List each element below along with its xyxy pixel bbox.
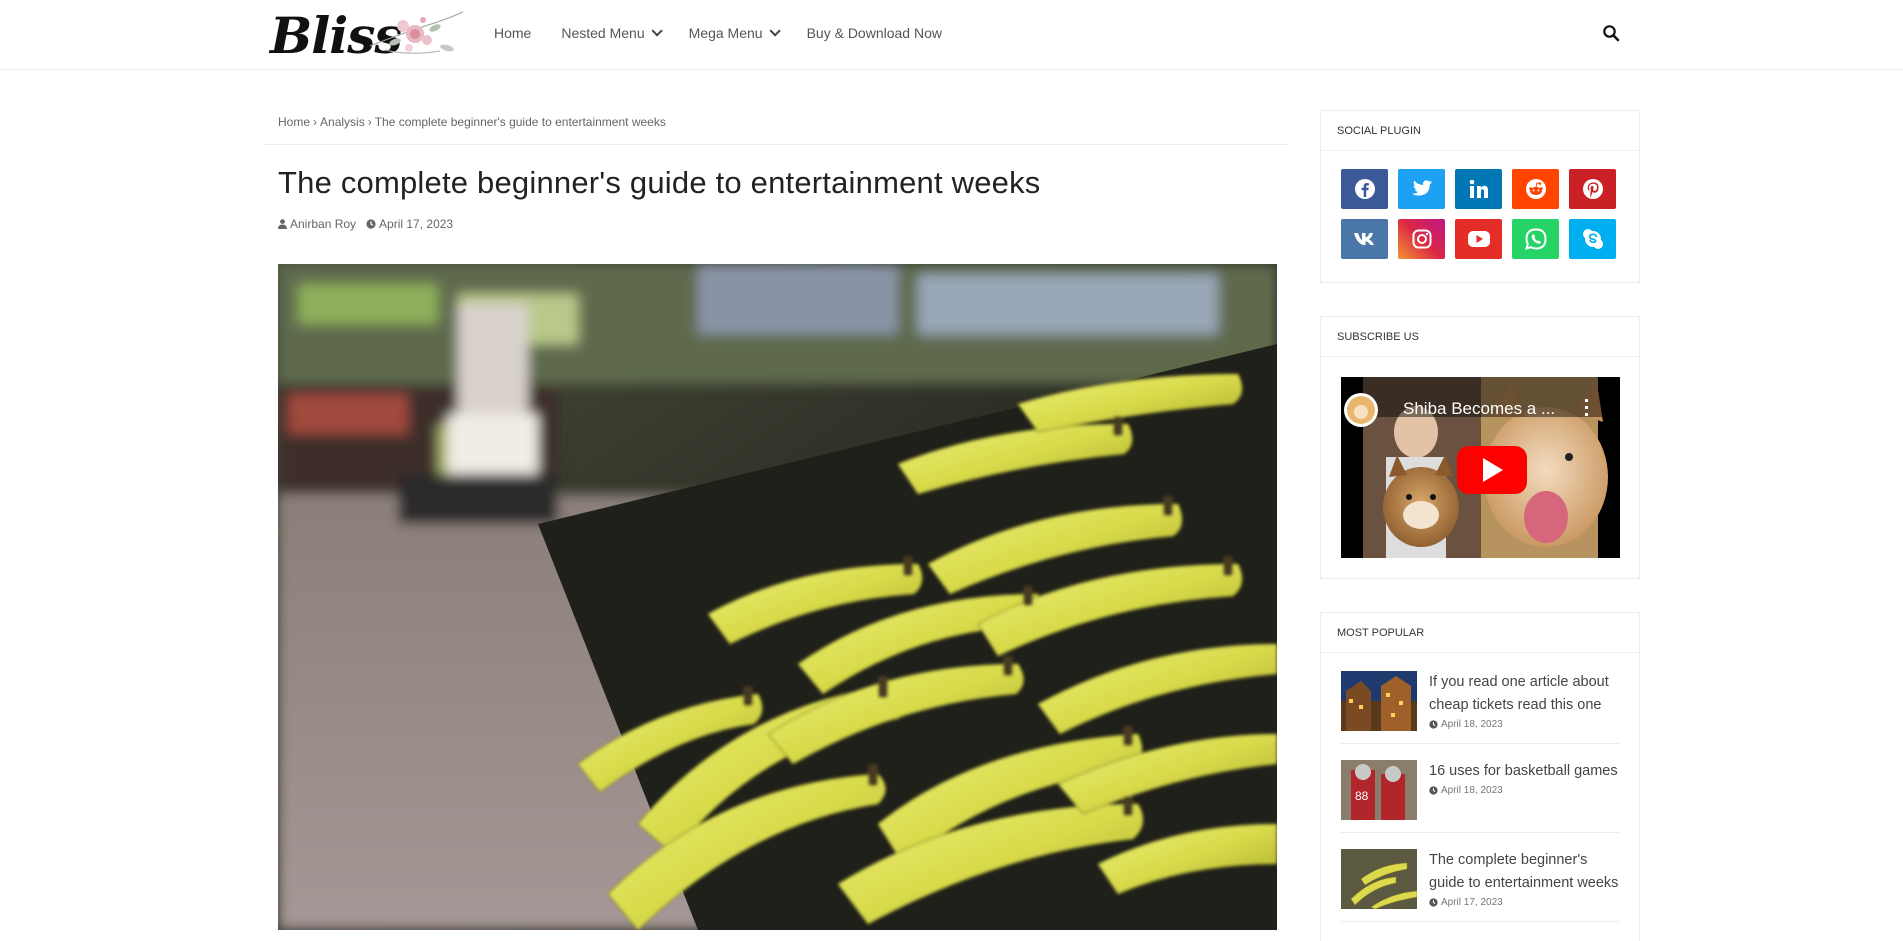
linkedin-icon [1469, 179, 1488, 198]
breadcrumb: Home › Analysis › The complete beginner'… [264, 110, 1289, 145]
popular-item-date-text: April 17, 2023 [1441, 897, 1503, 908]
popular-item-title[interactable]: If you read one article about cheap tick… [1429, 671, 1619, 717]
popular-info: If you read one article about cheap tick… [1429, 671, 1619, 731]
social-plugin-widget: Social Plugin [1320, 110, 1640, 283]
instagram-button[interactable] [1398, 219, 1445, 259]
chevron-down-icon [769, 25, 781, 37]
popular-info: The complete beginner's guide to enterta… [1429, 849, 1619, 909]
linkedin-button[interactable] [1455, 169, 1502, 209]
popular-item-date: April 18, 2023 [1429, 785, 1618, 796]
pinterest-icon [1582, 179, 1603, 199]
breadcrumb-category[interactable]: Analysis [320, 115, 365, 129]
breadcrumb-separator: › [367, 115, 372, 129]
skype-button[interactable] [1569, 219, 1616, 259]
nav-home-label: Home [494, 25, 532, 41]
social-grid [1321, 151, 1639, 279]
nav-mega-menu-label: Mega Menu [688, 25, 763, 41]
search-icon[interactable] [1602, 24, 1620, 42]
vk-icon [1353, 233, 1374, 245]
clock-icon [1429, 898, 1438, 907]
twitter-icon [1411, 180, 1432, 196]
youtube-icon [1467, 231, 1490, 247]
post-author-name: Anirban Roy [290, 217, 357, 231]
nav-mega-menu[interactable]: Mega Menu [688, 22, 781, 44]
post-meta: Anirban Roy April 17, 2023 [278, 217, 1278, 231]
breadcrumb-separator: › [313, 115, 318, 129]
youtube-button[interactable] [1455, 219, 1502, 259]
nav-buy-download-label: Buy & Download Now [806, 25, 942, 41]
popular-item-date: April 18, 2023 [1429, 719, 1619, 730]
reddit-icon [1525, 179, 1546, 199]
popular-list: If you read one article about cheap tick… [1321, 653, 1639, 922]
bananas-image [278, 264, 1277, 930]
post-title: The complete beginner's guide to enterta… [278, 165, 1041, 200]
popular-thumbnail[interactable]: 88 [1341, 760, 1417, 820]
popular-item-date-text: April 18, 2023 [1441, 785, 1503, 796]
main-content: Home › Analysis › The complete beginner'… [264, 110, 1289, 930]
popular-item-title[interactable]: The complete beginner's guide to enterta… [1429, 849, 1619, 895]
video-wrapper: Shiba Becomes a ... [1321, 357, 1639, 578]
reddit-button[interactable] [1512, 169, 1559, 209]
most-popular-widget: Most Popular If you read one article abo… [1320, 612, 1640, 941]
sidebar: Social Plugin [1320, 110, 1640, 941]
popular-item-date-text: April 18, 2023 [1441, 719, 1503, 730]
popular-item: If you read one article about cheap tick… [1341, 671, 1619, 744]
popular-thumbnail[interactable] [1341, 849, 1417, 909]
whatsapp-icon [1524, 228, 1547, 250]
breadcrumb-current: The complete beginner's guide to enterta… [374, 115, 666, 129]
whatsapp-button[interactable] [1512, 219, 1559, 259]
nav-nested-menu-label: Nested Menu [561, 25, 645, 41]
most-popular-title: Most Popular [1321, 613, 1639, 653]
clock-icon [366, 219, 376, 229]
popular-info: 16 uses for basketball games April 18, 2… [1429, 760, 1618, 820]
popular-thumbnail[interactable] [1341, 671, 1417, 731]
nav-nested-menu[interactable]: Nested Menu [561, 22, 663, 44]
nav-buy-download[interactable]: Buy & Download Now [807, 22, 942, 44]
post-author[interactable]: Anirban Roy [278, 217, 356, 231]
svg-text:88: 88 [1355, 789, 1369, 803]
site-logo[interactable]: Bliss [270, 4, 464, 66]
featured-image [278, 264, 1277, 930]
user-icon [278, 219, 287, 229]
popular-item: 88 16 uses for basketball games April 18… [1341, 760, 1619, 833]
nav-home[interactable]: Home [494, 22, 531, 44]
main-nav: Home Nested Menu Mega Menu Buy & Downloa… [494, 22, 972, 44]
subscribe-widget: Subscribe Us [1320, 316, 1640, 579]
subscribe-title: Subscribe Us [1321, 317, 1639, 357]
instagram-icon [1412, 229, 1431, 249]
site-header: Bliss Home Nested Menu Mega Menu Buy & D… [0, 0, 1903, 70]
youtube-video-embed[interactable]: Shiba Becomes a ... [1341, 377, 1620, 558]
post-date-text: April 17, 2023 [379, 217, 454, 231]
breadcrumb-home[interactable]: Home [278, 115, 310, 129]
pinterest-button[interactable] [1569, 169, 1616, 209]
skype-icon [1582, 229, 1603, 249]
facebook-button[interactable] [1341, 169, 1388, 209]
facebook-icon [1354, 179, 1375, 199]
vk-button[interactable] [1341, 219, 1388, 259]
video-title[interactable]: Shiba Becomes a ... [1403, 399, 1555, 419]
clock-icon [1429, 720, 1438, 729]
social-plugin-title: Social Plugin [1321, 111, 1639, 151]
chevron-down-icon [651, 25, 663, 37]
post-date: April 17, 2023 [366, 217, 453, 231]
popular-item: The complete beginner's guide to enterta… [1341, 849, 1619, 922]
twitter-button[interactable] [1398, 169, 1445, 209]
popular-item-title[interactable]: 16 uses for basketball games [1429, 760, 1618, 783]
logo-flowers-icon [369, 11, 464, 54]
popular-item-date: April 17, 2023 [1429, 897, 1619, 908]
clock-icon [1429, 786, 1438, 795]
